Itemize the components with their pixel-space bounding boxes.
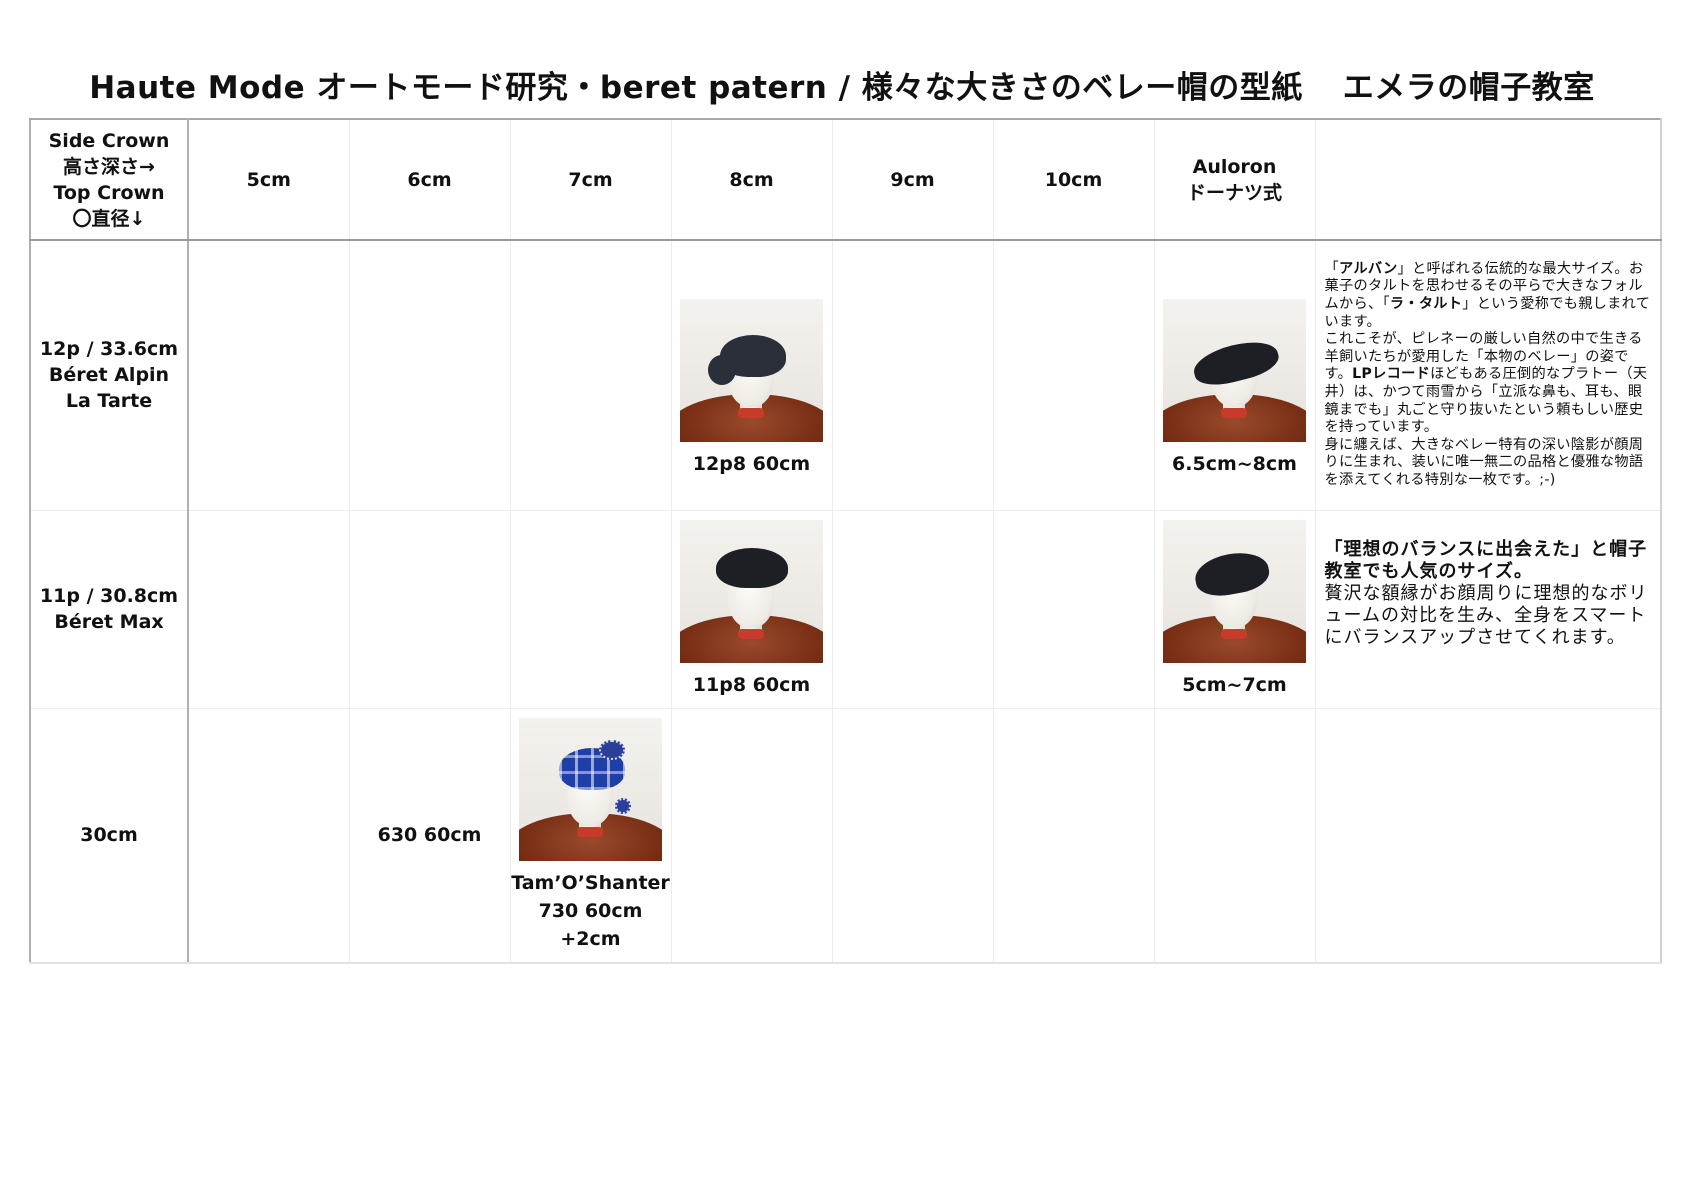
description-cell: 「理想のバランスに出会えた」と帽子教室でも人気のサイズ。 贅沢な額縁がお顔周りに… — [1314, 509, 1662, 709]
table-cell — [831, 239, 994, 511]
table-cell — [992, 707, 1155, 964]
table-row: 11p / 30.8cm Béret Max 11p8 60cm 5cm~7cm… — [29, 509, 1662, 709]
table-cell: Tam’O’Shanter 730 60cm +2cm — [509, 707, 672, 964]
table-cell — [831, 509, 994, 709]
table-cell: 630 60cm — [348, 707, 511, 964]
description-text: 「アルバン」と呼ばれる伝統的な最大サイズ。お菓子のタルトを思わせるその平らで大き… — [1324, 260, 1651, 489]
column-header-9cm: 9cm — [831, 118, 994, 241]
column-header-7cm: 7cm — [509, 118, 672, 241]
table-cell — [992, 509, 1155, 709]
photo-caption: Tam’O’Shanter 730 60cm +2cm — [511, 871, 670, 950]
column-header-10cm: 10cm — [992, 118, 1155, 241]
row-label: 30cm — [29, 707, 189, 964]
page-title-main: Haute Mode オートモード研究・beret patern / 様々な大き… — [89, 70, 1303, 106]
description-cell: 「アルバン」と呼ばれる伝統的な最大サイズ。お菓子のタルトを思わせるその平らで大き… — [1314, 239, 1662, 511]
table-cell — [1314, 707, 1662, 964]
row-label: 12p / 33.6cm Béret Alpin La Tarte — [29, 239, 189, 511]
row-label-line: Béret Max — [54, 611, 164, 633]
corner-line: 高さ深さ→ — [63, 155, 155, 178]
corner-line: 〇直径↓ — [72, 207, 146, 230]
photo-caption: 12p8 60cm — [692, 452, 811, 475]
table-cell — [348, 239, 511, 511]
column-header-8cm: 8cm — [670, 118, 833, 241]
photo-caption: 5cm~7cm — [1182, 673, 1287, 696]
photo-caption: 11p8 60cm — [692, 673, 811, 696]
row-label-line: La Tarte — [65, 390, 153, 413]
page-title: Haute Mode オートモード研究・beret patern / 様々な大き… — [0, 62, 1684, 107]
black-beret-photo[interactable] — [680, 519, 823, 663]
black-beret-photo[interactable] — [1163, 519, 1306, 663]
table-cell — [187, 509, 350, 709]
page-title-school: エメラの帽子教室 — [1342, 70, 1595, 106]
column-header-5cm: 5cm — [187, 118, 350, 241]
row-label-line: Béret Alpin — [48, 364, 170, 387]
table-cell — [187, 707, 350, 964]
auloron-line: ドーナツ式 — [1186, 181, 1282, 204]
corner-header: Side Crown 高さ深さ→ Top Crown 〇直径↓ — [29, 118, 189, 241]
column-header-6cm: 6cm — [348, 118, 511, 241]
photo-caption: 6.5cm~8cm — [1172, 452, 1297, 475]
navy-beret-photo[interactable] — [680, 298, 823, 442]
table-cell — [187, 239, 350, 511]
table-row: 12p / 33.6cm Béret Alpin La Tarte 12p8 6… — [29, 239, 1662, 511]
column-header-auloron: Auloron ドーナツ式 — [1153, 118, 1316, 241]
row-label: 11p / 30.8cm Béret Max — [29, 509, 189, 709]
row-label-line: 11p / 30.8cm — [39, 585, 179, 607]
black-beret-photo[interactable] — [1163, 298, 1306, 442]
row-label-line: 12p / 33.6cm — [39, 338, 179, 361]
description-text: 「理想のバランスに出会えた」と帽子教室でも人気のサイズ。 贅沢な額縁がお顔周りに… — [1324, 538, 1648, 648]
beret-size-table: Side Crown 高さ深さ→ Top Crown 〇直径↓ 5cm 6cm … — [29, 118, 1662, 964]
table-cell: 12p8 60cm — [670, 239, 833, 511]
column-header-notes — [1314, 118, 1662, 241]
table-cell — [509, 509, 672, 709]
page: Haute Mode オートモード研究・beret patern / 様々な大き… — [0, 0, 1684, 1190]
table-cell: 6.5cm~8cm — [1153, 239, 1316, 511]
plaid-tam-o-shanter-photo[interactable] — [519, 717, 662, 861]
corner-line: Side Crown — [48, 129, 170, 152]
table-cell — [670, 707, 833, 964]
table-row: 30cm 630 60cm Tam’O’Shanter 730 60cm +2c… — [29, 707, 1662, 964]
auloron-line: Auloron — [1192, 155, 1277, 178]
table-cell — [1153, 707, 1316, 964]
table-cell: 11p8 60cm — [670, 509, 833, 709]
table-cell — [831, 707, 994, 964]
corner-line: Top Crown — [53, 181, 165, 204]
header-row: Side Crown 高さ深さ→ Top Crown 〇直径↓ 5cm 6cm … — [29, 118, 1662, 241]
table-cell — [348, 509, 511, 709]
table-cell — [509, 239, 672, 511]
table-cell — [992, 239, 1155, 511]
table-cell: 5cm~7cm — [1153, 509, 1316, 709]
